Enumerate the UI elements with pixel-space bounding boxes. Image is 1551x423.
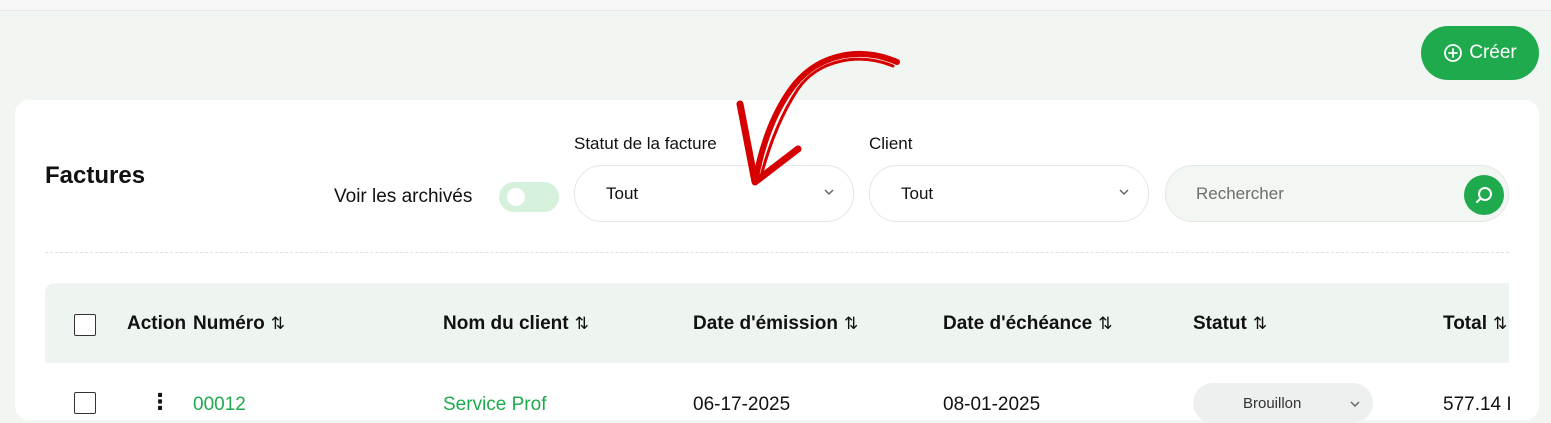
top-bar	[0, 0, 1551, 11]
column-client-name[interactable]: Nom du client ⇅	[443, 313, 589, 335]
divider	[45, 252, 1509, 253]
search-box	[1165, 165, 1509, 222]
invoice-number-link[interactable]: 00012	[193, 394, 246, 416]
search-button[interactable]	[1464, 175, 1504, 215]
sort-icon: ⇅	[270, 314, 286, 333]
status-dropdown[interactable]: Brouillon	[1193, 383, 1373, 423]
archive-toggle[interactable]	[499, 182, 559, 212]
client-filter-select[interactable]: Tout	[869, 165, 1149, 222]
sort-icon: ⇅	[1252, 314, 1268, 333]
client-name-link[interactable]: Service Prof	[443, 394, 546, 416]
archive-toggle-label: Voir les archivés	[334, 186, 473, 207]
status-filter-label: Statut de la facture	[574, 134, 717, 153]
search-icon	[1476, 187, 1492, 203]
page-title: Factures	[45, 162, 146, 189]
chevron-down-icon	[1350, 401, 1360, 408]
column-number[interactable]: Numéro ⇅	[193, 313, 285, 335]
due-date: 08-01-2025	[943, 394, 1041, 415]
chevron-down-icon	[824, 189, 834, 196]
sort-icon: ⇅	[1098, 314, 1113, 333]
sort-icon: ⇅	[574, 314, 589, 333]
sort-icon: ⇅	[843, 314, 859, 333]
column-issue-date[interactable]: Date d'émission ⇅	[693, 313, 858, 335]
search-input[interactable]	[1196, 182, 1456, 206]
client-filter-label: Client	[869, 134, 913, 153]
column-total[interactable]: Total ⇅	[1443, 313, 1507, 335]
client-filter-value: Tout	[901, 183, 934, 203]
column-due-date[interactable]: Date d'échéance ⇅	[943, 313, 1112, 335]
total-amount: 577.14 I	[1443, 394, 1512, 415]
plus-circle-icon	[1444, 44, 1463, 62]
sort-icon: ⇅	[1492, 314, 1508, 333]
column-status[interactable]: Statut ⇅	[1193, 313, 1267, 335]
create-button-label: Créer	[1469, 42, 1517, 63]
chevron-down-icon	[1119, 189, 1129, 196]
status-badge: Brouillon	[1243, 395, 1302, 412]
more-options-icon[interactable]: ⋮	[149, 391, 171, 413]
status-filter-select[interactable]: Tout	[574, 165, 854, 222]
toggle-knob	[507, 188, 525, 206]
table-header: Action Numéro ⇅ Nom du client ⇅ Date d'émi…	[45, 283, 1509, 363]
create-button[interactable]: Créer	[1421, 26, 1539, 80]
invoices-card: Factures Voir les archivés Statut de la …	[15, 100, 1539, 423]
table-row[interactable]: ⋮ 00012 Service Prof 06-17-2025 08-01-20…	[45, 363, 1512, 423]
select-all-checkbox[interactable]	[74, 314, 96, 336]
issue-date: 06-17-2025	[693, 394, 791, 415]
column-action: Action	[127, 313, 187, 334]
status-filter-value: Tout	[606, 183, 639, 203]
